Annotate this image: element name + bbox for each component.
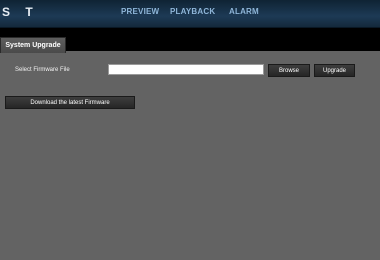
top-navigation-bar: S T PREVIEW PLAYBACK ALARM	[0, 0, 380, 28]
nav-alarm[interactable]: ALARM	[229, 7, 259, 17]
system-upgrade-page: S T PREVIEW PLAYBACK ALARM System Upgrad…	[0, 0, 380, 260]
browse-button[interactable]: Browse	[268, 64, 310, 77]
nav-playback[interactable]: PLAYBACK	[170, 7, 215, 17]
tab-system-upgrade[interactable]: System Upgrade	[0, 37, 66, 53]
firmware-file-input[interactable]	[108, 64, 264, 75]
select-firmware-file-label: Select Firmware File	[15, 67, 70, 73]
brand-logo-text: S T	[2, 5, 39, 19]
upgrade-button[interactable]: Upgrade	[314, 64, 355, 77]
nav-preview[interactable]: PREVIEW	[121, 7, 159, 17]
download-latest-firmware-button[interactable]: Download the latest Firmware	[5, 96, 135, 109]
